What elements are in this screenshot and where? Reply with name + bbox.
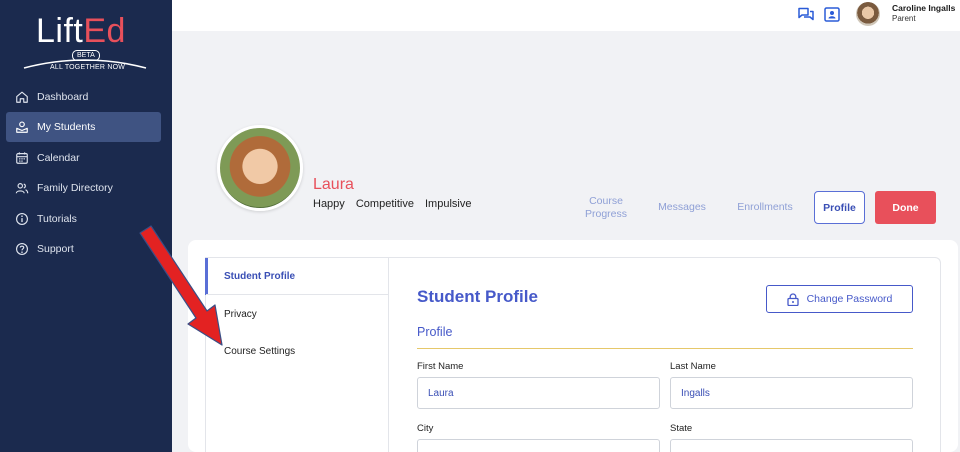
help-icon [16,242,28,255]
tab-label: Course [589,195,623,207]
sidebar-item-label: Support [37,242,74,255]
first-name-field[interactable]: Laura [417,377,660,409]
student-name: Laura [313,176,354,193]
sidebar-item-label: Family Directory [37,182,113,195]
tab-messages[interactable]: Messages [654,201,710,214]
user-avatar[interactable] [856,2,880,26]
tab-course-progress[interactable]: Course Progress [578,195,634,221]
change-password-label: Change Password [806,293,893,305]
user-name: Caroline Ingalls [892,3,956,13]
student-traits: Happy Competitive Impulsive [313,198,479,210]
sidebar-nav: Dashboard My Students Calendar Family Di… [6,82,161,264]
state-field[interactable] [670,439,913,452]
contact-card-icon[interactable] [824,7,840,22]
state-label: State [670,423,693,434]
family-icon [15,183,29,194]
sidebar-item-dashboard[interactable]: Dashboard [6,82,161,112]
student-photo [217,125,303,211]
sidebar-item-label: Tutorials [37,212,77,225]
sidebar-item-calendar[interactable]: Calendar [6,143,161,173]
sidebar-item-family-directory[interactable]: Family Directory [6,173,161,203]
form-title: Student Profile [417,287,538,306]
tab-label: Progress [584,208,627,220]
logo-wordmark: LiftEd [36,12,126,50]
last-name-field[interactable]: Ingalls [670,377,913,409]
change-password-button[interactable]: Change Password [766,285,913,313]
trait-tag: Competitive [355,198,414,210]
sidebar-item-tutorials[interactable]: Tutorials [6,204,161,234]
tab-enrollments[interactable]: Enrollments [730,201,800,214]
divider [206,294,389,295]
sidebar-item-my-students[interactable]: My Students [6,112,161,143]
calendar-icon [16,152,28,164]
user-role: Parent [892,14,916,23]
lock-icon [786,292,799,306]
first-name-label: First Name [417,361,464,372]
active-indicator [205,258,208,295]
section-title: Profile [417,325,453,339]
side-item-student-profile[interactable]: Student Profile [224,271,295,282]
city-label: City [417,423,434,434]
tab-profile[interactable]: Profile [814,191,865,224]
beta-badge: BETA [72,50,100,61]
sidebar-item-label: My Students [37,121,96,134]
top-bar: Caroline Ingalls Parent [172,0,960,31]
sidebar-item-support[interactable]: Support [6,234,161,264]
app-logo[interactable]: LiftEd BETA ALL TOGETHER NOW [22,10,148,74]
trait-tag: Impulsive [425,198,472,210]
chat-icon[interactable] [798,7,814,22]
home-icon [16,91,28,103]
sidebar-item-label: Dashboard [37,91,89,103]
info-icon [16,212,28,225]
done-button[interactable]: Done [875,191,936,224]
side-item-privacy[interactable]: Privacy [224,309,257,320]
students-icon [16,121,28,134]
section-divider [417,348,913,349]
sidebar-item-label: Calendar [37,151,80,164]
side-item-course-settings[interactable]: Course Settings [224,346,295,357]
settings-side-menu: Student Profile Privacy Course Settings [205,257,389,452]
last-name-label: Last Name [670,361,716,372]
city-field[interactable] [417,439,660,452]
logo-tagline: ALL TOGETHER NOW [50,64,126,71]
trait-tag: Happy [313,198,345,210]
sidebar: LiftEd BETA ALL TOGETHER NOW Dashboard M… [0,0,172,452]
